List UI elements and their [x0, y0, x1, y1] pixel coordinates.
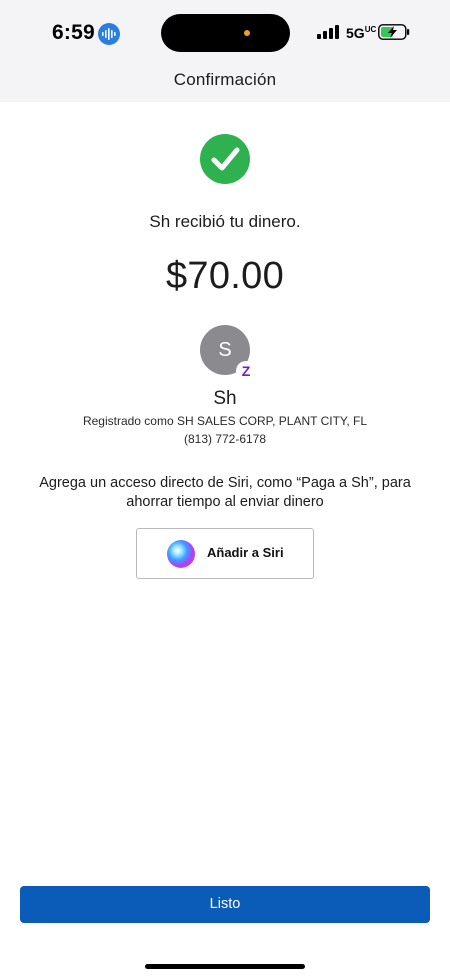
siri-icon [167, 540, 195, 568]
zelle-badge-icon: Z [236, 361, 256, 381]
network-suffix: UC [364, 25, 377, 34]
network-label: 5G [346, 25, 365, 41]
page-title: Confirmación [173, 70, 277, 89]
done-button[interactable]: Listo [20, 886, 430, 923]
dynamic-island [161, 14, 290, 52]
success-check-icon [200, 134, 250, 184]
siri-shortcut-description: Agrega un acceso directo de Siri, como “… [39, 475, 411, 510]
add-to-siri-button[interactable]: Añadir a Siri [136, 528, 314, 579]
audio-indicator-icon [98, 23, 120, 45]
privacy-indicator-dot [244, 30, 250, 36]
payment-amount: $70.00 [165, 255, 285, 297]
status-time: 6:59 [52, 21, 95, 44]
recipient-name: Sh [213, 388, 237, 409]
top-bar: 6:59 5GUC Confirmación [0, 0, 450, 102]
recipient-phone: (813) 772-6178 [183, 432, 267, 446]
add-to-siri-label: Añadir a Siri [207, 545, 284, 560]
confirmation-message: Sh recibió tu dinero. [149, 212, 301, 231]
home-indicator[interactable] [145, 964, 305, 969]
recipient-registration: Registrado como SH SALES CORP, PLANT CIT… [82, 414, 368, 428]
battery-charging-icon [378, 24, 410, 40]
cellular-signal-icon [317, 25, 339, 39]
network-type: 5GUC [346, 25, 376, 41]
